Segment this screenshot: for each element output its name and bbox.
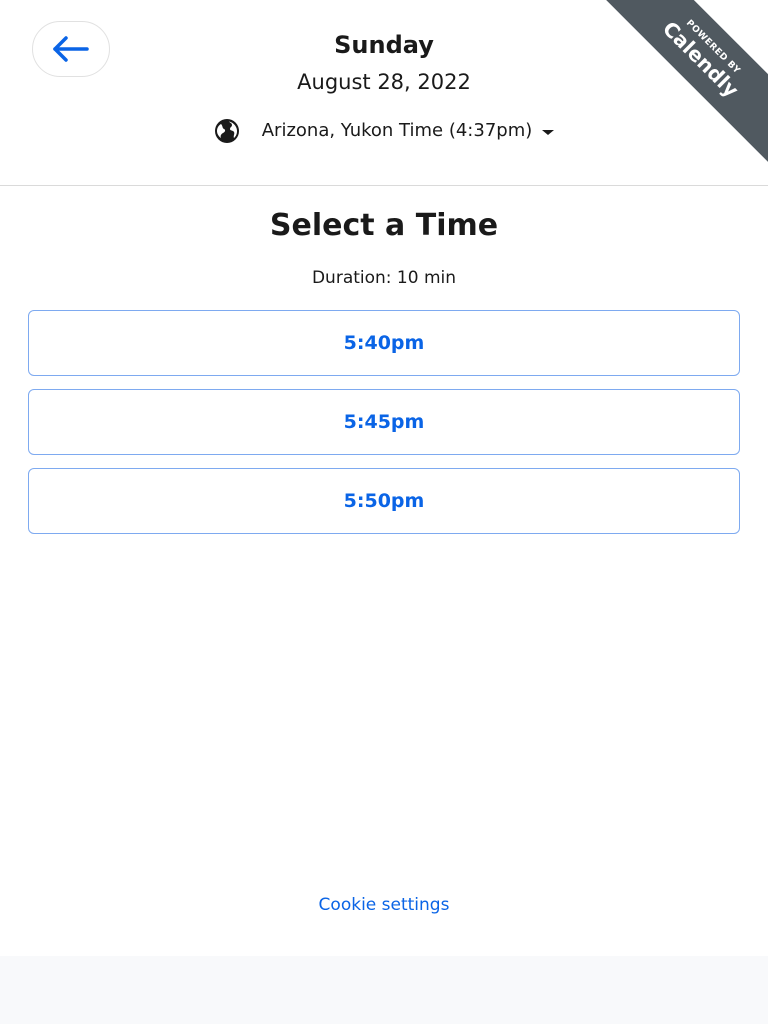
page-title: Select a Time	[269, 208, 499, 243]
duration-label: Duration: 10 min	[311, 268, 457, 288]
timezone-label: Arizona, Yukon Time (4:37pm)	[261, 120, 533, 141]
powered-by-ribbon[interactable]: POWERED BY Calendly	[588, 0, 768, 180]
page: Sunday August 28, 2022 Arizona, Yukon Ti…	[0, 0, 768, 1024]
ribbon-band[interactable]: POWERED BY Calendly	[594, 0, 768, 166]
time-slot-button[interactable]: 5:40pm	[28, 310, 740, 376]
caret-down-icon	[542, 129, 555, 135]
time-slot-button[interactable]: 5:45pm	[28, 389, 740, 455]
globe-icon	[214, 118, 240, 144]
time-slot-button[interactable]: 5:50pm	[28, 468, 740, 534]
cookie-settings-link[interactable]: Cookie settings	[0, 892, 768, 918]
time-slot-list: 5:40pm 5:45pm 5:50pm	[28, 310, 740, 547]
footer-band	[0, 956, 768, 1024]
